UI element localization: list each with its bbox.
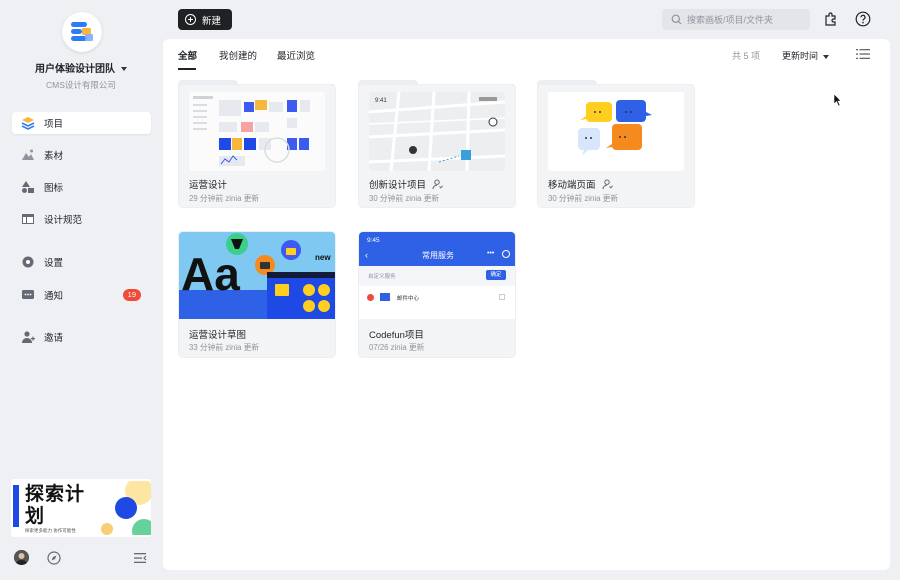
sidebar-item-design-spec[interactable]: 设计规范 [12, 208, 151, 230]
preview-row: 邮件中心 [397, 296, 420, 302]
chevron-down-icon [823, 54, 830, 59]
project-name: 移动端页面 [548, 177, 613, 191]
team-logo-icon [71, 22, 93, 41]
add-user-icon [21, 330, 35, 344]
sidebar-item-settings[interactable]: 设置 [12, 251, 151, 273]
shared-user-icon [432, 179, 443, 189]
team-company: CMS设计有限公司 [46, 80, 116, 90]
notification-badge: 19 [122, 289, 141, 301]
promo-title: 探索计划 [25, 484, 86, 527]
table-icon [21, 212, 35, 226]
card-body: 运营设计 29 分钟前 zinia 更新 [178, 84, 336, 208]
project-thumbnail: 9:41 [369, 92, 505, 171]
preview-confirm: 确定 [486, 270, 506, 280]
shapes-icon [21, 180, 35, 194]
project-name: 运营设计草图 [189, 330, 247, 341]
preview-header: 9:45 ‹ 常用服务 ••• [359, 232, 515, 266]
project-name: 运营设计 [189, 180, 228, 191]
svg-text:Aa: Aa [181, 248, 240, 300]
svg-text:new: new [315, 253, 331, 262]
sidebar-item-projects[interactable]: 项目 [12, 112, 151, 134]
project-card[interactable]: 9:45 ‹ 常用服务 ••• 自定义服务 确定 邮件中心 Codefun项目 … [358, 231, 516, 358]
search-icon [671, 14, 682, 25]
card-body: 9:41 创新设计项目 30 分钟前 zinia 更新 [358, 84, 516, 208]
target-icon [502, 250, 510, 258]
promo-accent-bar [13, 485, 19, 527]
search-box[interactable] [662, 9, 810, 30]
user-avatar[interactable] [14, 550, 29, 565]
preview-section-label: 自定义服务 [368, 274, 396, 280]
project-thumbnail [548, 92, 684, 171]
sort-dropdown[interactable]: 更新时间 [782, 49, 830, 62]
team-switcher[interactable]: 用户体验设计团队 [0, 60, 162, 75]
project-name: Codefun项目 [369, 330, 424, 341]
chevron-down-icon [121, 67, 127, 72]
tab-created-by-me[interactable]: 我创建的 [219, 48, 257, 62]
preview-section: 自定义服务 确定 [359, 266, 515, 286]
team-logo[interactable] [62, 12, 102, 52]
project-meta: 30 分钟前 zinia 更新 [369, 194, 440, 203]
more-dots-icon: ••• [487, 250, 495, 257]
sort-label: 更新时间 [782, 51, 819, 61]
new-button-label: 新建 [202, 15, 222, 27]
project-card[interactable]: Aa new 运营设计草图 33 分钟前 zinia 更新 [178, 231, 336, 358]
project-card[interactable]: 移动端页面 30 分钟前 zinia 更新 [537, 80, 695, 208]
promo-subtitle: 探索更多能力 协作可能性 [25, 528, 76, 533]
project-thumbnail: 9:45 ‹ 常用服务 ••• 自定义服务 确定 邮件中心 [359, 232, 515, 319]
mountain-image-icon [21, 148, 35, 162]
project-meta: 07/26 zinia 更新 [369, 343, 425, 352]
mail-icon [380, 293, 390, 301]
shared-user-icon [602, 179, 613, 189]
compass-icon[interactable] [47, 551, 61, 565]
svg-text:9:41: 9:41 [375, 98, 387, 104]
sidebar-item-invite[interactable]: 邀请 [12, 326, 151, 348]
layers-icon [21, 116, 35, 130]
project-meta: 30 分钟前 zinia 更新 [548, 194, 619, 203]
project-thumbnail [189, 92, 325, 171]
sidebar-item-notifications[interactable]: 通知 19 [12, 284, 151, 306]
sidebar-item-label: 通知 [44, 291, 64, 302]
remove-icon [367, 294, 374, 301]
project-meta: 33 分钟前 zinia 更新 [189, 343, 260, 352]
tab-recent[interactable]: 最近浏览 [277, 48, 315, 62]
mouse-cursor-icon [834, 94, 842, 106]
card-body: 移动端页面 30 分钟前 zinia 更新 [537, 84, 695, 208]
chat-bubble-icon [21, 288, 35, 302]
sidebar-item-label: 设计规范 [44, 215, 83, 226]
sidebar: 用户体验设计团队 CMS设计有限公司 项目 素材 图标 设计规范 设置 通知 1… [0, 0, 162, 580]
sidebar-item-materials[interactable]: 素材 [12, 144, 151, 166]
sidebar-item-icons[interactable]: 图标 [12, 176, 151, 198]
promo-illustration-icon [101, 481, 151, 535]
project-card[interactable]: 运营设计 29 分钟前 zinia 更新 [178, 80, 336, 208]
project-card[interactable]: 9:41 创新设计项目 30 分钟前 zinia 更新 [358, 80, 516, 208]
drag-icon [499, 294, 505, 300]
collapse-menu-icon[interactable] [133, 551, 147, 565]
sidebar-item-label: 邀请 [44, 333, 64, 344]
help-icon[interactable] [855, 11, 871, 27]
new-button[interactable]: 新建 [178, 9, 232, 30]
item-count: 共 5 项 [732, 51, 761, 61]
search-input[interactable] [687, 14, 797, 25]
sidebar-item-label: 项目 [44, 119, 64, 130]
promo-banner[interactable]: 探索计划 探索更多能力 协作可能性 [11, 479, 151, 537]
plugin-icon[interactable] [823, 11, 839, 27]
gear-icon [21, 255, 35, 269]
project-name: 创新设计项目 [369, 177, 443, 191]
project-thumbnail: Aa new [179, 232, 335, 319]
sidebar-item-label: 设置 [44, 258, 64, 269]
active-tab-indicator [178, 68, 196, 70]
main-panel: 全部 我创建的 最近浏览 共 5 项 更新时间 运营设计 29 分钟前 zini… [163, 39, 890, 570]
team-name: 用户体验设计团队 [35, 64, 115, 75]
list-view-icon[interactable] [856, 47, 870, 61]
sidebar-item-label: 素材 [44, 151, 64, 162]
tab-all[interactable]: 全部 [178, 48, 197, 62]
sidebar-item-label: 图标 [44, 183, 64, 194]
plus-circle-icon [185, 14, 196, 25]
preview-time: 9:45 [367, 237, 380, 244]
project-meta: 29 分钟前 zinia 更新 [189, 194, 260, 203]
